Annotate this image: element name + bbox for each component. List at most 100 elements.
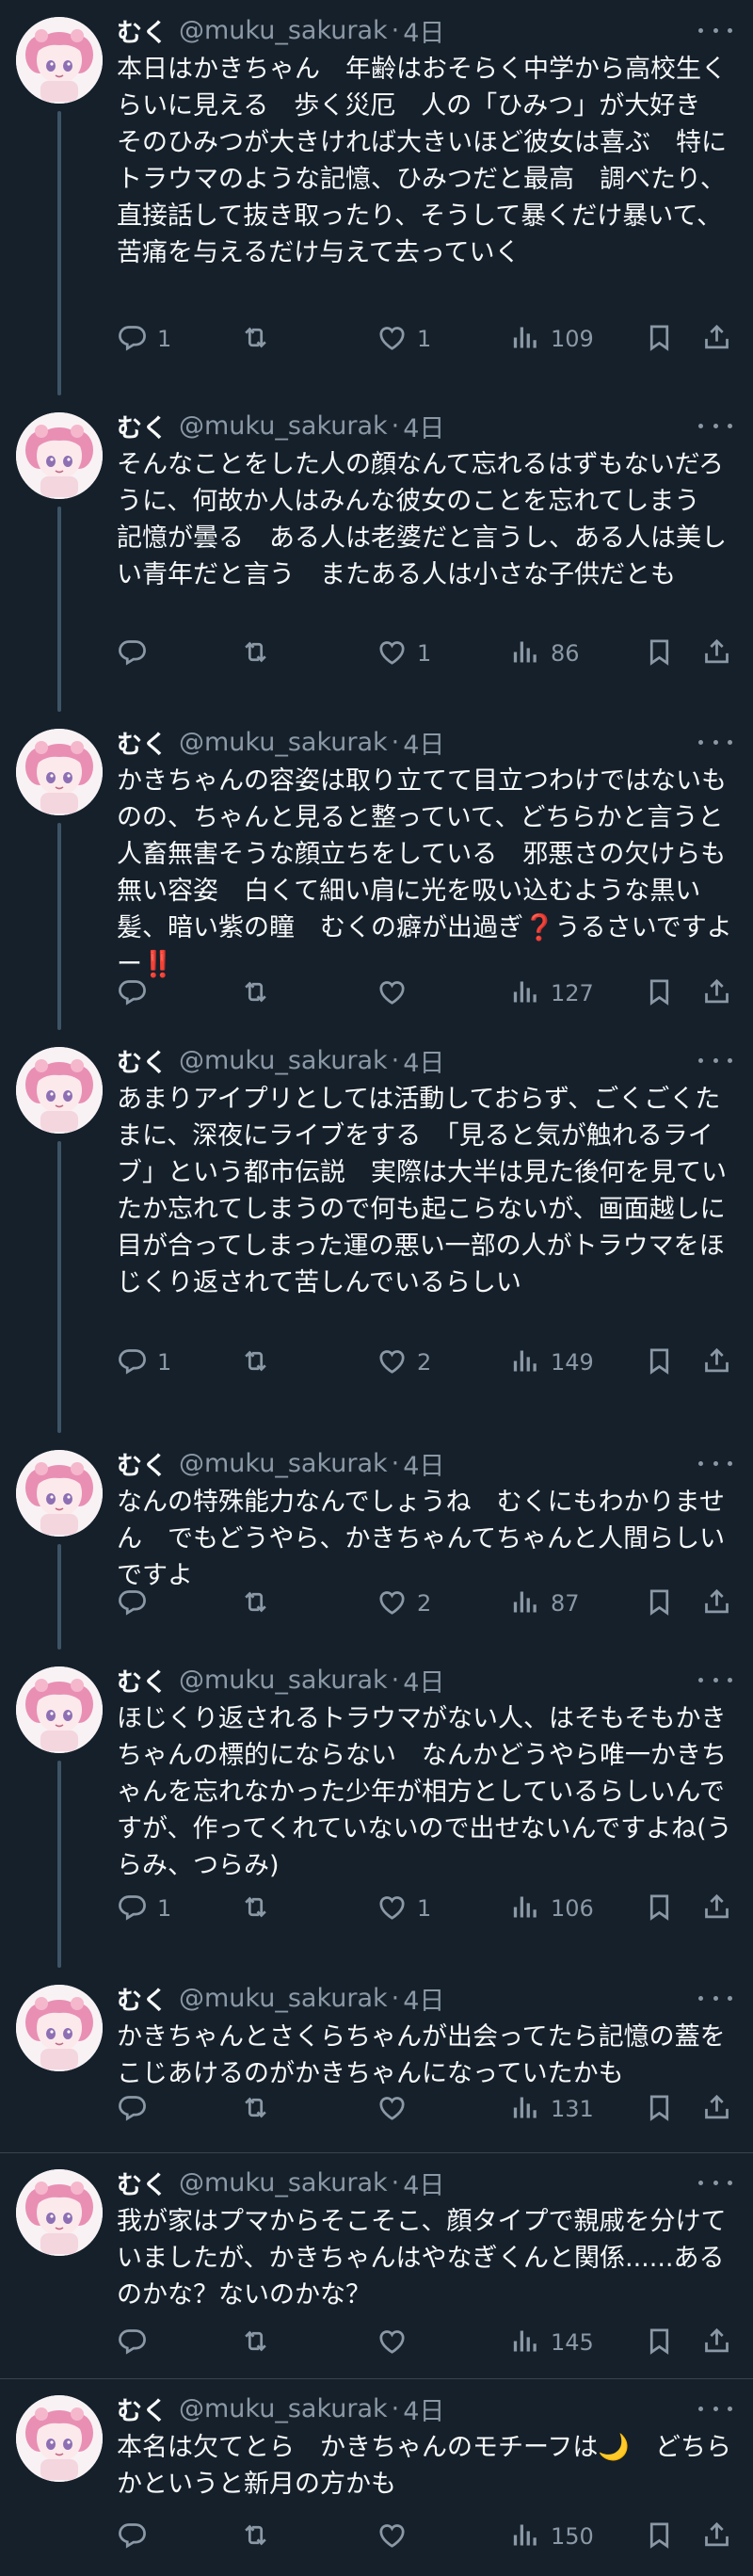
share-button[interactable] (701, 974, 732, 1012)
user-handle[interactable]: @muku_sakurak (179, 1449, 388, 1478)
reply-button[interactable] (117, 635, 157, 672)
views-button[interactable]: 145 (510, 2324, 594, 2361)
retweet-button[interactable] (240, 2518, 280, 2555)
more-icon[interactable] (698, 1452, 732, 1474)
avatar[interactable] (16, 1985, 103, 2071)
share-button[interactable] (701, 1344, 732, 1381)
bookmark-button[interactable] (644, 974, 675, 1012)
views-button[interactable]: 127 (510, 974, 594, 1012)
user-handle[interactable]: @muku_sakurak (179, 1046, 388, 1075)
like-button[interactable] (376, 2090, 417, 2128)
more-icon[interactable] (698, 1668, 732, 1691)
share-button[interactable] (701, 2090, 732, 2128)
share-button[interactable] (701, 2518, 732, 2555)
like-button[interactable]: 1 (376, 635, 431, 672)
avatar[interactable] (16, 412, 103, 499)
views-button[interactable]: 106 (510, 1890, 594, 1927)
timestamp[interactable]: 4日 (403, 408, 444, 444)
bookmark-button[interactable] (644, 2324, 675, 2361)
timestamp[interactable]: 4日 (403, 1662, 444, 1699)
retweet-button[interactable] (240, 1585, 280, 1622)
timestamp[interactable]: 4日 (403, 1042, 444, 1079)
share-button[interactable] (701, 1890, 732, 1927)
reply-button[interactable]: 1 (117, 320, 171, 358)
share-button[interactable] (701, 2324, 732, 2361)
tweet[interactable]: むく @muku_sakurak · 4日 かきちゃんの容姿は取り立てて目立つわけではな… (0, 712, 753, 1030)
bookmark-button[interactable] (644, 320, 675, 358)
timestamp[interactable]: 4日 (403, 724, 444, 761)
views-button[interactable]: 109 (510, 320, 594, 358)
bookmark-button[interactable] (644, 635, 675, 672)
timestamp[interactable]: 4日 (403, 1445, 444, 1482)
reply-button[interactable]: 1 (117, 1890, 171, 1927)
user-handle[interactable]: @muku_sakurak (179, 2394, 388, 2423)
retweet-button[interactable] (240, 2324, 280, 2361)
avatar[interactable] (16, 1047, 103, 1134)
like-button[interactable]: 1 (376, 320, 431, 358)
like-button[interactable]: 2 (376, 1344, 431, 1381)
like-button[interactable]: 2 (376, 1585, 431, 1622)
like-button[interactable] (376, 2518, 417, 2555)
bookmark-button[interactable] (644, 1585, 675, 1622)
more-icon[interactable] (698, 414, 732, 437)
display-name[interactable]: むく (117, 1980, 168, 2017)
display-name[interactable]: むく (117, 2165, 168, 2201)
tweet[interactable]: むく @muku_sakurak · 4日 なんの特殊能力なんでしょうね むくにもわかり… (0, 1433, 753, 1650)
avatar[interactable] (16, 1666, 103, 1753)
like-button[interactable]: 1 (376, 1890, 431, 1927)
avatar[interactable] (16, 2169, 103, 2256)
reply-button[interactable]: 1 (117, 1344, 171, 1381)
retweet-button[interactable] (240, 320, 280, 358)
avatar[interactable] (16, 729, 103, 815)
display-name[interactable]: むく (117, 12, 168, 49)
timestamp[interactable]: 4日 (403, 2391, 444, 2427)
tweet[interactable]: むく @muku_sakurak · 4日 あまりアイプリとしては活動しておらず、ごくご… (0, 1030, 753, 1433)
timestamp[interactable]: 4日 (403, 1980, 444, 2017)
reply-button[interactable] (117, 2518, 157, 2555)
share-button[interactable] (701, 1585, 732, 1622)
retweet-button[interactable] (240, 2090, 280, 2128)
display-name[interactable]: むく (117, 724, 168, 761)
tweet[interactable]: むく @muku_sakurak · 4日 そんなことをした人の顔なんて忘れるはずもない… (0, 395, 753, 712)
tweet[interactable]: むく @muku_sakurak · 4日 本名は欠てとら かきちゃんのモチーフは🌙 ど… (0, 2378, 753, 2576)
views-button[interactable]: 86 (510, 635, 580, 672)
tweet[interactable]: むく @muku_sakurak · 4日 ほじくり返されるトラウマがない人、はそもそも… (0, 1650, 753, 1968)
share-button[interactable] (701, 635, 732, 672)
retweet-button[interactable] (240, 1344, 280, 1381)
more-icon[interactable] (698, 2171, 732, 2194)
tweet[interactable]: むく @muku_sakurak · 4日 かきちゃんとさくらちゃんが出会ってたら記憶の… (0, 1968, 753, 2153)
display-name[interactable]: むく (117, 408, 168, 444)
bookmark-button[interactable] (644, 2518, 675, 2555)
display-name[interactable]: むく (117, 1445, 168, 1482)
more-icon[interactable] (698, 1049, 732, 1071)
user-handle[interactable]: @muku_sakurak (179, 728, 388, 757)
more-icon[interactable] (698, 731, 732, 753)
timestamp[interactable]: 4日 (403, 12, 444, 49)
bookmark-button[interactable] (644, 1890, 675, 1927)
bookmark-button[interactable] (644, 2090, 675, 2128)
user-handle[interactable]: @muku_sakurak (179, 16, 388, 45)
avatar[interactable] (16, 17, 103, 104)
user-handle[interactable]: @muku_sakurak (179, 411, 388, 441)
retweet-button[interactable] (240, 1890, 280, 1927)
tweet[interactable]: むく @muku_sakurak · 4日 我が家はプマからそこそこ、顔タイプで親戚を分… (0, 2152, 753, 2379)
retweet-button[interactable] (240, 635, 280, 672)
user-handle[interactable]: @muku_sakurak (179, 1666, 388, 1695)
avatar[interactable] (16, 1450, 103, 1537)
like-button[interactable] (376, 2324, 417, 2361)
reply-button[interactable] (117, 2324, 157, 2361)
more-icon[interactable] (698, 19, 732, 41)
views-button[interactable]: 131 (510, 2090, 594, 2128)
user-handle[interactable]: @muku_sakurak (179, 2168, 388, 2198)
tweet[interactable]: むく @muku_sakurak · 4日 本日はかきちゃん 年齢はおそらく中学から高校… (0, 0, 753, 395)
views-button[interactable]: 87 (510, 1585, 580, 1622)
display-name[interactable]: むく (117, 1042, 168, 1079)
more-icon[interactable] (698, 1987, 732, 2009)
reply-button[interactable] (117, 2090, 157, 2128)
timestamp[interactable]: 4日 (403, 2165, 444, 2201)
more-icon[interactable] (698, 2397, 732, 2420)
display-name[interactable]: むく (117, 2391, 168, 2427)
share-button[interactable] (701, 320, 732, 358)
views-button[interactable]: 149 (510, 1344, 594, 1381)
reply-button[interactable] (117, 974, 157, 1012)
